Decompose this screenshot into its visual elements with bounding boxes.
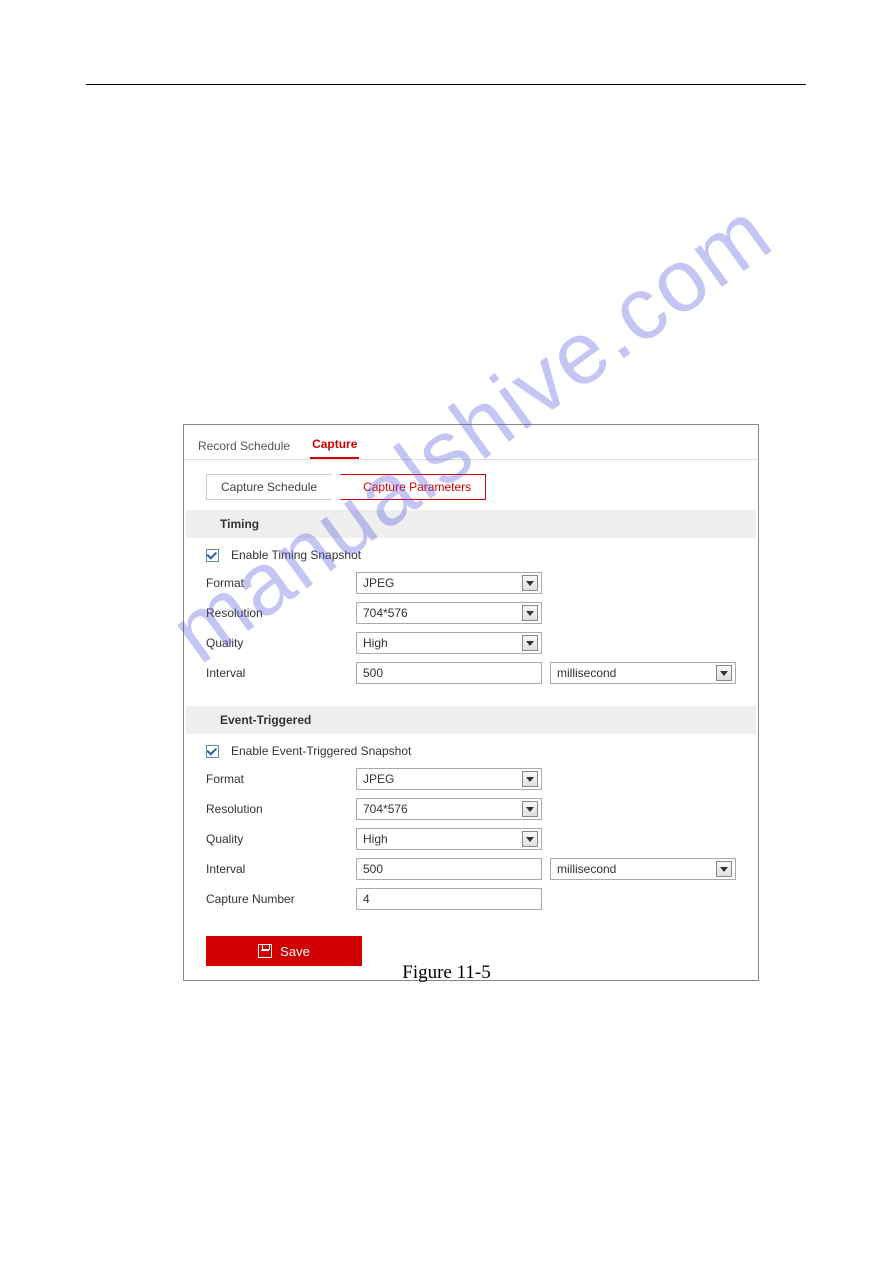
event-quality-value: High <box>363 832 388 846</box>
capture-settings-panel: Record Schedule Capture Capture Schedule… <box>183 424 759 981</box>
timing-format-dropdown[interactable]: JPEG <box>356 572 542 594</box>
chevron-down-icon <box>522 801 538 817</box>
timing-interval-unit-value: millisecond <box>557 666 616 680</box>
timing-section-header: Timing <box>186 510 756 538</box>
event-interval-label: Interval <box>206 862 348 876</box>
event-quality-row: Quality High <box>184 824 758 854</box>
chevron-down-icon <box>716 665 732 681</box>
event-capture-number-input[interactable]: 4 <box>356 888 542 910</box>
timing-resolution-label: Resolution <box>206 606 348 620</box>
timing-enable-label: Enable Timing Snapshot <box>231 548 361 562</box>
page-top-rule <box>86 84 806 85</box>
timing-enable-row: Enable Timing Snapshot <box>184 540 758 568</box>
timing-resolution-dropdown[interactable]: 704*576 <box>356 602 542 624</box>
subtab-capture-parameters[interactable]: Capture Parameters <box>340 474 486 500</box>
event-capture-number-row: Capture Number 4 <box>184 884 758 914</box>
timing-quality-row: Quality High <box>184 628 758 658</box>
event-enable-row: Enable Event-Triggered Snapshot <box>184 736 758 764</box>
timing-format-row: Format JPEG <box>184 568 758 598</box>
event-resolution-row: Resolution 704*576 <box>184 794 758 824</box>
timing-interval-label: Interval <box>206 666 348 680</box>
timing-format-label: Format <box>206 576 348 590</box>
event-quality-dropdown[interactable]: High <box>356 828 542 850</box>
save-button-label: Save <box>280 944 310 959</box>
sub-tab-bar: Capture Schedule Capture Parameters <box>206 474 758 500</box>
timing-interval-value: 500 <box>363 666 383 680</box>
event-enable-label: Enable Event-Triggered Snapshot <box>231 744 411 758</box>
figure-caption: Figure 11-5 <box>0 962 893 984</box>
chevron-down-icon <box>522 635 538 651</box>
timing-enable-checkbox[interactable] <box>206 549 219 562</box>
event-interval-value: 500 <box>363 862 383 876</box>
top-tab-bar: Record Schedule Capture <box>184 425 758 460</box>
subtab-capture-schedule[interactable]: Capture Schedule <box>206 474 341 500</box>
event-interval-input[interactable]: 500 <box>356 858 542 880</box>
timing-interval-unit-dropdown[interactable]: millisecond <box>550 662 736 684</box>
event-section-header: Event-Triggered <box>186 706 756 734</box>
timing-quality-dropdown[interactable]: High <box>356 632 542 654</box>
timing-resolution-value: 704*576 <box>363 606 408 620</box>
chevron-down-icon <box>522 605 538 621</box>
timing-quality-label: Quality <box>206 636 348 650</box>
event-enable-checkbox[interactable] <box>206 745 219 758</box>
tab-record-schedule[interactable]: Record Schedule <box>196 435 292 459</box>
tab-capture[interactable]: Capture <box>310 433 359 459</box>
timing-resolution-row: Resolution 704*576 <box>184 598 758 628</box>
timing-quality-value: High <box>363 636 388 650</box>
event-format-label: Format <box>206 772 348 786</box>
event-capture-number-label: Capture Number <box>206 892 348 906</box>
event-quality-label: Quality <box>206 832 348 846</box>
timing-interval-input[interactable]: 500 <box>356 662 542 684</box>
chevron-down-icon <box>522 575 538 591</box>
event-capture-number-value: 4 <box>363 892 370 906</box>
event-resolution-value: 704*576 <box>363 802 408 816</box>
event-resolution-dropdown[interactable]: 704*576 <box>356 798 542 820</box>
event-format-dropdown[interactable]: JPEG <box>356 768 542 790</box>
save-icon <box>258 944 272 958</box>
chevron-down-icon <box>522 831 538 847</box>
event-resolution-label: Resolution <box>206 802 348 816</box>
event-format-value: JPEG <box>363 772 394 786</box>
event-format-row: Format JPEG <box>184 764 758 794</box>
chevron-down-icon <box>716 861 732 877</box>
event-interval-unit-dropdown[interactable]: millisecond <box>550 858 736 880</box>
chevron-down-icon <box>522 771 538 787</box>
event-interval-row: Interval 500 millisecond <box>184 854 758 884</box>
event-interval-unit-value: millisecond <box>557 862 616 876</box>
timing-format-value: JPEG <box>363 576 394 590</box>
timing-interval-row: Interval 500 millisecond <box>184 658 758 688</box>
